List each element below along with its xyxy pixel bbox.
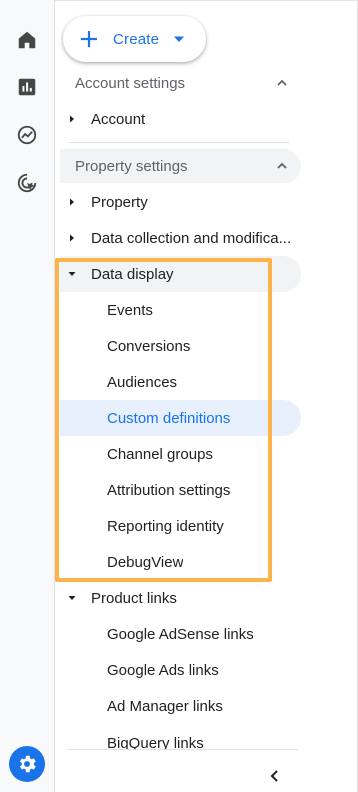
account-settings-title: Account settings xyxy=(75,74,186,92)
nav-item-label: Property xyxy=(91,193,148,211)
section-divider xyxy=(69,142,289,143)
property-settings-header[interactable]: Property settings xyxy=(60,149,301,183)
nav-item-reporting-identity[interactable]: Reporting identity xyxy=(60,508,301,544)
nav-item-events[interactable]: Events xyxy=(60,292,301,328)
triangle-right-icon xyxy=(70,234,74,242)
nav-item-label: Ad Manager links xyxy=(107,697,223,715)
icon-rail xyxy=(0,0,55,792)
nav-item-label: Google Ads links xyxy=(107,661,219,679)
nav-item-attribution-settings[interactable]: Attribution settings xyxy=(60,472,301,508)
nav-item-channel-groups[interactable]: Channel groups xyxy=(60,436,301,472)
nav-item-label: DebugView xyxy=(107,553,184,571)
footer-divider xyxy=(68,749,298,750)
admin-nav: Account settings Account Property settin… xyxy=(55,0,358,792)
gear-icon xyxy=(19,755,36,773)
nav-item-label: Channel groups xyxy=(107,445,213,463)
nav-item-label: Events xyxy=(107,301,153,319)
nav-item-data-display[interactable]: Data display xyxy=(60,256,301,292)
nav-item-conversions[interactable]: Conversions xyxy=(60,328,301,364)
triangle-right-icon xyxy=(70,115,74,123)
nav-item-label: Data display xyxy=(91,265,174,283)
chevron-left-icon xyxy=(270,770,278,782)
nav-item-bigquery-links[interactable]: BigQuery links xyxy=(107,735,204,749)
nav-item-label: Account xyxy=(91,110,146,128)
nav-item-audiences[interactable]: Audiences xyxy=(60,364,301,400)
nav-item-adsense-links[interactable]: Google AdSense links xyxy=(60,616,301,652)
nav-item-label: Reporting identity xyxy=(107,517,224,535)
triangle-right-icon xyxy=(70,198,74,206)
explore-icon[interactable] xyxy=(14,122,40,148)
account-settings-header[interactable]: Account settings xyxy=(60,66,301,100)
nav-item-label: Attribution settings xyxy=(107,481,231,499)
chevron-up-icon xyxy=(277,162,287,169)
nav-item-google-ads-links[interactable]: Google Ads links xyxy=(60,652,301,688)
admin-gear-button[interactable] xyxy=(9,746,45,782)
nav-item-label: Conversions xyxy=(107,337,191,355)
nav-item-label: Audiences xyxy=(107,373,178,391)
nav-item-debugview[interactable]: DebugView xyxy=(60,544,301,580)
reports-icon[interactable] xyxy=(14,74,40,100)
property-settings-title: Property settings xyxy=(75,157,188,175)
nav-item-custom-definitions[interactable]: Custom definitions xyxy=(60,400,301,436)
nav-item-label: Product links xyxy=(91,589,177,607)
nav-item-account[interactable]: Account xyxy=(60,101,301,137)
nav-item-ad-manager-links[interactable]: Ad Manager links xyxy=(60,688,301,724)
advertising-icon[interactable] xyxy=(14,170,40,196)
nav-item-product-links[interactable]: Product links xyxy=(60,580,301,616)
nav-item-label: Custom definitions xyxy=(107,409,231,427)
chevron-up-icon xyxy=(277,79,287,86)
home-icon[interactable] xyxy=(14,27,40,53)
triangle-down-icon xyxy=(68,272,76,276)
nav-item-data-collection[interactable]: Data collection and modifica... xyxy=(60,220,301,256)
nav-item-label: Data collection and modifica... xyxy=(91,229,292,247)
nav-item-label: Google AdSense links xyxy=(107,625,254,643)
nav-item-property[interactable]: Property xyxy=(60,184,301,220)
triangle-down-icon xyxy=(68,596,76,600)
collapse-nav-button[interactable] xyxy=(264,765,286,787)
